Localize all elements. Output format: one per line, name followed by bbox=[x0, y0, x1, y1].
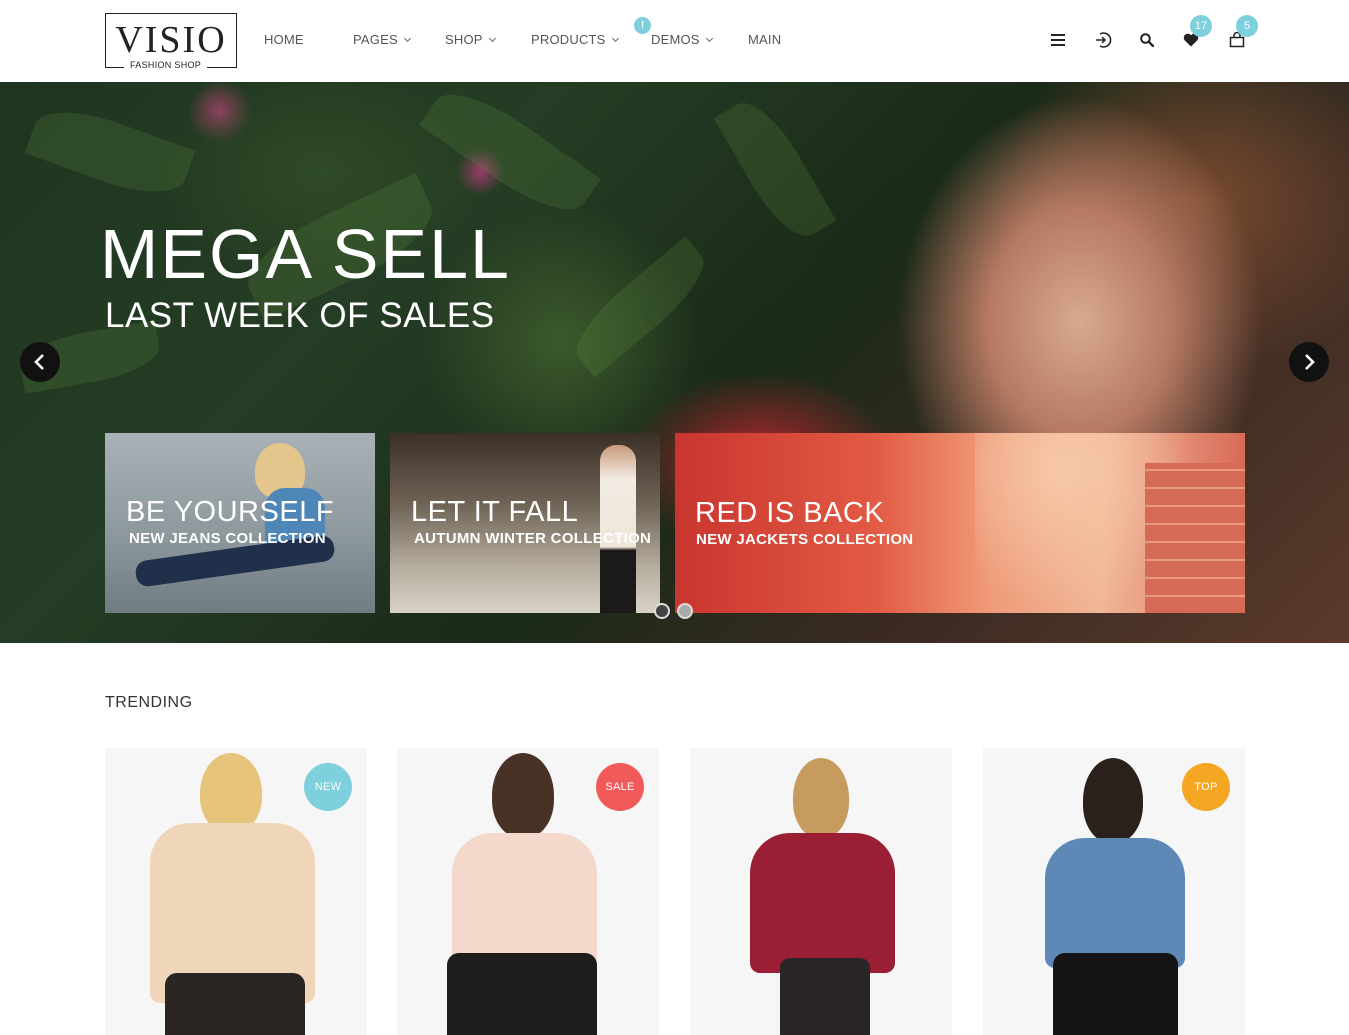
promo-card-subtitle: AUTUMN WINTER COLLECTION bbox=[414, 530, 652, 547]
site-logo[interactable]: VISIO FASHION SHOP bbox=[105, 13, 237, 72]
nav-item-label: PAGES bbox=[353, 32, 398, 47]
product-image bbox=[165, 973, 305, 1035]
promo-card-jeans[interactable]: BE YOURSELF NEW JEANS COLLECTION bbox=[105, 433, 375, 613]
product-card[interactable]: SALE bbox=[397, 748, 659, 1035]
hero-subtitle: LAST WEEK OF SALES bbox=[105, 296, 495, 335]
product-image bbox=[1045, 838, 1185, 968]
chevron-down-icon bbox=[705, 34, 713, 43]
hero-title: MEGA SELL bbox=[100, 215, 511, 293]
product-image bbox=[750, 833, 895, 973]
product-card[interactable] bbox=[690, 748, 952, 1035]
promo-card-subtitle: NEW JEANS COLLECTION bbox=[129, 530, 326, 547]
product-card[interactable]: NEW bbox=[105, 748, 367, 1035]
promo-card-red[interactable]: RED IS BACK NEW JACKETS COLLECTION bbox=[675, 433, 1245, 613]
product-image bbox=[447, 953, 597, 1035]
nav-notification-badge: ! bbox=[634, 17, 651, 34]
trending-title: TRENDING bbox=[105, 694, 193, 711]
product-card[interactable]: TOP bbox=[983, 748, 1245, 1035]
promo-card-title: BE YOURSELF bbox=[126, 496, 335, 528]
product-image bbox=[1083, 758, 1143, 843]
product-badge-sale: SALE bbox=[596, 763, 644, 811]
slider-next-button[interactable] bbox=[1289, 342, 1329, 382]
promo-card-title: RED IS BACK bbox=[695, 497, 885, 529]
hero-foliage bbox=[24, 96, 196, 208]
nav-item-label: SHOP bbox=[445, 32, 483, 47]
promo-card-subtitle: NEW JACKETS COLLECTION bbox=[696, 531, 914, 548]
promo-card-image bbox=[600, 445, 636, 613]
nav-item-label: PRODUCTS bbox=[531, 32, 606, 47]
nav-item-label: MAIN bbox=[748, 32, 782, 47]
product-image bbox=[200, 753, 262, 833]
product-image bbox=[780, 958, 870, 1035]
promo-card-autumn[interactable]: LET IT FALL AUTUMN WINTER COLLECTION bbox=[390, 433, 660, 613]
nav-item-shop[interactable]: SHOP bbox=[445, 31, 496, 49]
product-badge-new: NEW bbox=[304, 763, 352, 811]
slider-dot-2[interactable] bbox=[677, 603, 693, 619]
chevron-down-icon bbox=[488, 34, 496, 43]
promo-card-title: LET IT FALL bbox=[411, 496, 579, 528]
nav-item-label: HOME bbox=[264, 32, 304, 47]
product-image bbox=[793, 758, 849, 838]
nav-item-home[interactable]: HOME bbox=[264, 31, 304, 49]
logo-text: VISIO bbox=[115, 19, 227, 61]
nav-item-pages[interactable]: PAGES bbox=[353, 31, 411, 49]
nav-item-products[interactable]: PRODUCTS bbox=[531, 31, 619, 49]
site-header: VISIO FASHION SHOP HOME PAGES SHOP PRODU… bbox=[0, 0, 1349, 82]
cart-count-badge: 5 bbox=[1236, 15, 1258, 37]
nav-item-main[interactable]: MAIN bbox=[748, 31, 781, 49]
chevron-left-icon bbox=[34, 354, 44, 370]
slider-prev-button[interactable] bbox=[20, 342, 60, 382]
promo-card-image bbox=[1145, 463, 1245, 613]
hero-foliage bbox=[713, 90, 837, 249]
hero-foliage bbox=[562, 236, 718, 378]
hero-slider: MEGA SELL LAST WEEK OF SALES BE YOURSELF… bbox=[0, 82, 1349, 643]
product-image bbox=[1053, 953, 1178, 1035]
login-icon[interactable] bbox=[1091, 28, 1115, 52]
slider-dot-1[interactable] bbox=[654, 603, 670, 619]
nav-item-demos[interactable]: DEMOS bbox=[651, 31, 713, 49]
wishlist-count-badge: 17 bbox=[1190, 15, 1212, 37]
chevron-down-icon bbox=[611, 34, 619, 43]
chevron-down-icon bbox=[403, 34, 411, 43]
hero-foliage bbox=[419, 82, 601, 229]
menu-icon[interactable] bbox=[1046, 28, 1070, 52]
product-badge-top: TOP bbox=[1182, 763, 1230, 811]
logo-tagline: FASHION SHOP bbox=[124, 58, 208, 72]
chevron-right-icon bbox=[1305, 354, 1315, 370]
product-image bbox=[492, 753, 554, 838]
search-icon[interactable] bbox=[1135, 28, 1159, 52]
nav-item-label: DEMOS bbox=[651, 32, 700, 47]
